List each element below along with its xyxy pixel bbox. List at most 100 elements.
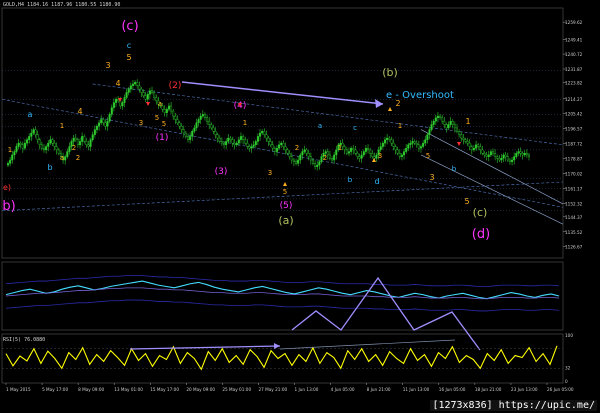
candle-body [142, 92, 145, 97]
candle-body [131, 83, 134, 86]
candle-body [170, 105, 173, 112]
candle-body [479, 146, 482, 151]
candle-body [167, 105, 170, 110]
candle-body [225, 141, 228, 146]
candle-body [398, 153, 401, 157]
wave-label: c [127, 41, 131, 50]
candle-body [79, 141, 82, 146]
candle-body [485, 154, 488, 157]
candle-body [34, 129, 37, 135]
ohlc-readout: 1184.16 1187.96 1180.55 1180.90 [27, 2, 121, 8]
candle-body [453, 124, 456, 129]
x-tick-label: 16 Jun 05:00 [439, 387, 466, 392]
candle-body [237, 139, 240, 144]
candle-body [15, 146, 18, 152]
y-tick-label: 1231.87 [565, 67, 583, 72]
candle-body [491, 151, 494, 154]
candle-body [68, 146, 71, 152]
candle-body [316, 164, 319, 167]
y-tick-label: 1259.62 [565, 20, 583, 25]
wave-label: (d) [472, 227, 490, 242]
candle-body [32, 129, 35, 134]
osc-band [5, 299, 560, 312]
x-tick-label: 26 Jun 05:00 [547, 387, 574, 392]
candle-body [525, 153, 528, 156]
y-tick-label: 1126.67 [565, 245, 583, 250]
candle-body [263, 131, 266, 135]
candle-body [223, 142, 226, 146]
osc-line [5, 280, 560, 300]
candle-body [409, 142, 412, 146]
candle-body [214, 131, 217, 135]
candle-body [93, 129, 96, 135]
sub-wave-label: b [452, 165, 457, 173]
candle-body [371, 153, 374, 157]
candle-body [318, 161, 321, 166]
candle-body [261, 131, 264, 134]
candle-body [252, 144, 255, 147]
lavender-arrowhead [375, 99, 383, 108]
candle-body [9, 159, 12, 164]
y-tick-label: 1152.32 [565, 201, 583, 206]
candle-body [305, 149, 308, 154]
candle-body [295, 161, 298, 164]
candle-body [360, 154, 363, 159]
wave-label: (a) [278, 214, 293, 227]
y-tick-label: 1196.57 [565, 127, 583, 132]
marker-arrow [146, 102, 150, 106]
candle-body [275, 148, 278, 152]
candle-body [466, 141, 469, 144]
candle-body [455, 127, 458, 132]
candle-body [129, 85, 132, 90]
marker-arrow [372, 158, 376, 162]
candle-body [176, 119, 179, 124]
candle-body [125, 92, 128, 98]
candle-body [498, 158, 501, 161]
candle-body [197, 119, 200, 124]
candle-body [40, 144, 43, 149]
sub-wave-label: 5 [162, 120, 166, 128]
candle-body [85, 141, 88, 146]
candle-body [182, 129, 185, 134]
candle-body [76, 139, 79, 146]
candle-body [443, 120, 446, 125]
candle-body [55, 146, 58, 151]
candle-body [136, 82, 139, 86]
candle-body [428, 129, 431, 135]
candle-body [441, 117, 444, 122]
x-tick-label: 13 May 01:00 [114, 387, 143, 392]
candle-body [51, 139, 54, 144]
chart-canvas[interactable]: 1259.62 1249.41 1240.72 1231.87 1223.82 1214.… [0, 0, 600, 413]
candle-body [299, 154, 302, 161]
candle-body [36, 134, 39, 140]
candle-body [519, 151, 522, 154]
candle-body [172, 110, 175, 117]
candle-body [265, 134, 268, 139]
wave-label: e) [3, 183, 11, 192]
watermark: [1273x836] https://upic.me/ [430, 400, 597, 411]
candle-body [23, 142, 26, 149]
candle-body [91, 134, 94, 140]
candle-body [328, 154, 331, 159]
candle-body [235, 142, 238, 146]
candle-body [11, 154, 14, 161]
sub-wave-label: 3 [378, 152, 382, 160]
candle-body [347, 151, 350, 154]
candle-body [352, 148, 355, 151]
candle-body [356, 153, 359, 157]
candle-body [515, 153, 518, 157]
candle-body [6, 163, 9, 166]
sub-wave-label: 2 [76, 154, 80, 162]
y-tick-label: 1249.41 [565, 37, 583, 42]
candle-body [81, 136, 84, 142]
wave-label: (b) [382, 66, 398, 79]
candle-body [383, 139, 386, 144]
candle-body [419, 146, 422, 149]
lavender-arrow [181, 81, 384, 105]
candle-body [314, 163, 317, 167]
candle-body [292, 159, 295, 162]
candle-body [53, 142, 56, 147]
candle-body [309, 156, 312, 161]
wave-label: (3) [215, 167, 228, 177]
candle-body [381, 142, 384, 147]
